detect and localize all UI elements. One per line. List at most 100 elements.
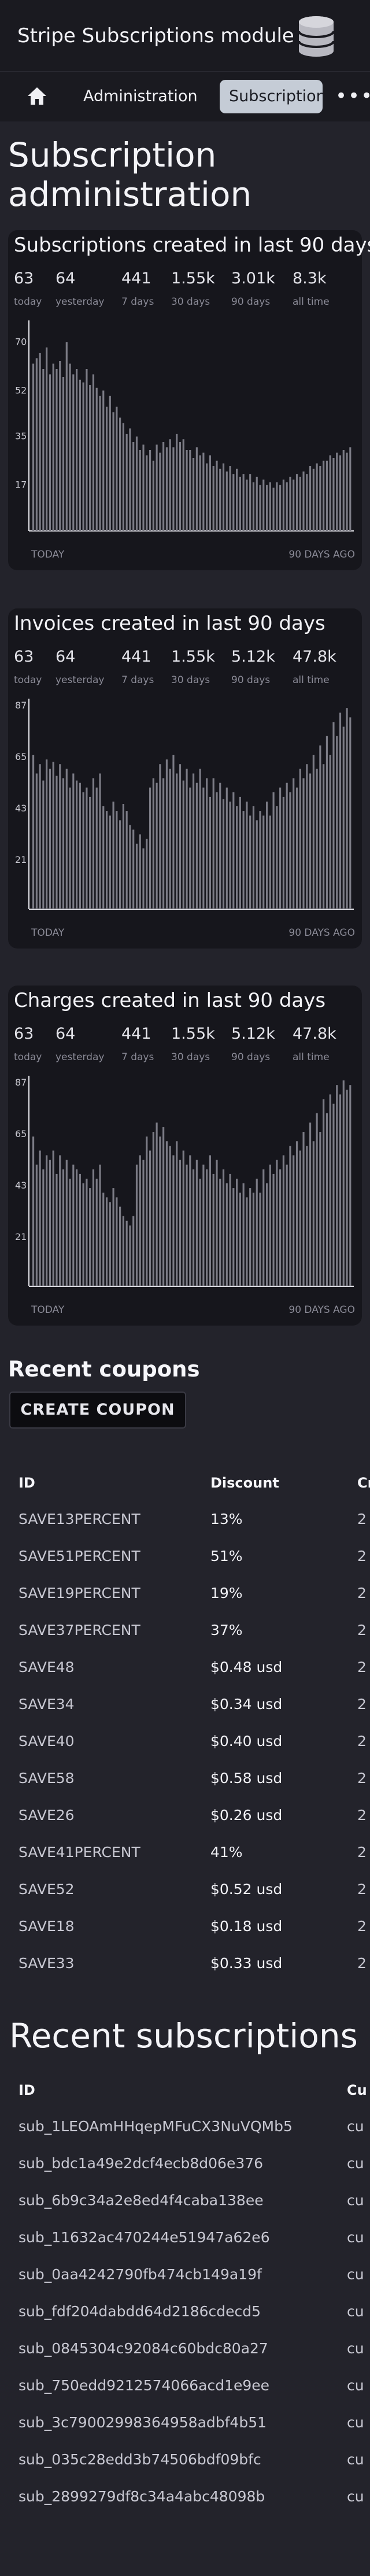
- chart-bar: [202, 1164, 205, 1286]
- table-row[interactable]: SAVE52 $0.52 usd 2: [0, 1870, 370, 1907]
- subscription-id[interactable]: sub_750edd9212574066acd1e9ee: [18, 2377, 269, 2394]
- home-icon[interactable]: [25, 84, 49, 108]
- chart-bar: [156, 444, 158, 531]
- coupon-id[interactable]: SAVE41PERCENT: [18, 1844, 140, 1861]
- subscriptions-heading: Recent subscriptions: [9, 2016, 358, 2055]
- chart-bar: [336, 452, 338, 531]
- coupon-created: 2: [357, 1955, 367, 1972]
- y-tick-label: 21: [15, 854, 27, 865]
- table-row[interactable]: SAVE51PERCENT 51% 2: [0, 1537, 370, 1574]
- chart-bar: [249, 1188, 251, 1286]
- chart-bar: [159, 452, 161, 531]
- chart-bar: [79, 783, 81, 909]
- table-row[interactable]: SAVE58 $0.58 usd 2: [0, 1759, 370, 1796]
- chart-bar: [332, 722, 335, 909]
- stat-value: 47.8k: [293, 1025, 336, 1043]
- chart-bar: [135, 843, 138, 909]
- chart-bar: [276, 806, 278, 909]
- chart-bar: [176, 1141, 178, 1286]
- table-row[interactable]: sub_bdc1a49e2dcf4ecb8d06e376 cu: [0, 2145, 370, 2182]
- tab-administration[interactable]: Administration: [83, 80, 234, 113]
- subscription-id[interactable]: sub_6b9c34a2e8ed4f4caba138ee: [18, 2192, 264, 2209]
- coupon-id[interactable]: SAVE40: [18, 1733, 75, 1750]
- coupon-id[interactable]: SAVE26: [18, 1807, 75, 1824]
- coupon-id[interactable]: SAVE13PERCENT: [18, 1511, 140, 1527]
- chart-bar: [229, 801, 231, 909]
- chart-bar: [246, 479, 248, 531]
- table-row[interactable]: SAVE33 $0.33 usd 2: [0, 1944, 370, 1981]
- chart-bar: [232, 1188, 235, 1286]
- subscription-customer: cu: [347, 2488, 364, 2505]
- subscription-id[interactable]: sub_2899279df8c34a4abc48098b: [18, 2488, 265, 2505]
- subscription-id[interactable]: sub_0845304c92084c60bdc80a27: [18, 2340, 268, 2357]
- tab-subscription-administration[interactable]: Subscription a: [220, 80, 323, 113]
- coupon-id[interactable]: SAVE58: [18, 1770, 75, 1787]
- chart-bar: [156, 783, 158, 909]
- table-row[interactable]: SAVE48 $0.48 usd 2: [0, 1648, 370, 1685]
- chart-bar: [109, 1202, 111, 1286]
- subscription-id[interactable]: sub_0aa4242790fb474cb149a19f: [18, 2266, 262, 2283]
- subscription-id[interactable]: sub_bdc1a49e2dcf4ecb8d06e376: [18, 2155, 263, 2172]
- table-row[interactable]: SAVE26 $0.26 usd 2: [0, 1796, 370, 1833]
- table-row[interactable]: sub_3c79002998364958adbf4b51 cu: [0, 2404, 370, 2441]
- table-row[interactable]: sub_750edd9212574066acd1e9ee cu: [0, 2367, 370, 2404]
- stat-value: 63: [14, 270, 34, 287]
- chart-bar: [346, 452, 348, 531]
- create-coupon-button[interactable]: CREATE COUPON: [9, 1392, 186, 1429]
- chart-bar: [69, 787, 71, 909]
- table-row[interactable]: sub_0845304c92084c60bdc80a27 cu: [0, 2330, 370, 2367]
- subscription-id[interactable]: sub_035c28edd3b74506bdf09bfc: [18, 2451, 261, 2468]
- chart-bar: [289, 1146, 291, 1286]
- table-row[interactable]: sub_11632ac470244e51947a62e6 cu: [0, 2219, 370, 2256]
- stat-label: 7 days: [121, 296, 154, 308]
- coupon-id[interactable]: SAVE51PERCENT: [18, 1548, 140, 1564]
- table-row[interactable]: sub_0aa4242790fb474cb149a19f cu: [0, 2256, 370, 2293]
- coupon-id[interactable]: SAVE37PERCENT: [18, 1622, 140, 1638]
- y-tick-label: 65: [15, 1128, 27, 1139]
- coupon-id[interactable]: SAVE18: [18, 1918, 75, 1935]
- chart-bar: [99, 773, 101, 909]
- chart-bar: [222, 799, 225, 909]
- table-row[interactable]: SAVE19PERCENT 19% 2: [0, 1574, 370, 1611]
- coupon-id[interactable]: SAVE52: [18, 1881, 75, 1898]
- subscription-id[interactable]: sub_fdf204dabdd64d2186cdecd5: [18, 2303, 261, 2320]
- table-row[interactable]: sub_2899279df8c34a4abc48098b cu: [0, 2478, 370, 2515]
- table-row[interactable]: SAVE34 $0.34 usd 2: [0, 1685, 370, 1722]
- table-row[interactable]: SAVE37PERCENT 37% 2: [0, 1611, 370, 1648]
- chart-bar: [69, 363, 71, 531]
- chart-bar: [325, 460, 328, 531]
- chart-bar: [312, 468, 314, 531]
- subscription-id[interactable]: sub_1LEOAmHHqepMFuCX3NuVQMb5: [18, 2118, 293, 2135]
- chart-bar: [95, 387, 98, 531]
- chart-bar: [92, 374, 95, 531]
- chart-bar: [172, 755, 175, 909]
- chart-bar: [282, 1155, 284, 1286]
- subscription-id[interactable]: sub_11632ac470244e51947a62e6: [18, 2229, 270, 2246]
- chart-bar: [65, 769, 68, 909]
- table-row[interactable]: SAVE13PERCENT 13% 2: [0, 1500, 370, 1537]
- coupon-id[interactable]: SAVE34: [18, 1696, 75, 1713]
- table-row[interactable]: sub_fdf204dabdd64d2186cdecd5 cu: [0, 2293, 370, 2330]
- coupon-id[interactable]: SAVE19PERCENT: [18, 1585, 140, 1601]
- coupon-created: 2: [357, 1696, 367, 1713]
- chart-bar: [279, 1169, 282, 1286]
- more-dots-icon[interactable]: •••: [335, 86, 370, 109]
- chart-bar: [242, 474, 245, 531]
- chart-bar: [152, 778, 154, 909]
- table-row[interactable]: SAVE41PERCENT 41% 2: [0, 1833, 370, 1870]
- table-row[interactable]: SAVE40 $0.40 usd 2: [0, 1722, 370, 1759]
- chart-bar: [299, 769, 301, 909]
- chart-bar: [182, 439, 184, 531]
- chart-bar: [309, 773, 312, 909]
- coupon-id[interactable]: SAVE33: [18, 1955, 75, 1972]
- table-row[interactable]: sub_1LEOAmHHqepMFuCX3NuVQMb5 cu: [0, 2108, 370, 2145]
- coupon-discount: $0.18 usd: [210, 1918, 283, 1935]
- table-row[interactable]: SAVE18 $0.18 usd 2: [0, 1907, 370, 1944]
- table-row[interactable]: sub_6b9c34a2e8ed4f4caba138ee cu: [0, 2182, 370, 2219]
- chart-bar: [332, 458, 335, 531]
- chart-bar: [139, 1155, 141, 1286]
- subscription-id[interactable]: sub_3c79002998364958adbf4b51: [18, 2414, 267, 2431]
- y-tick-label: 70: [15, 336, 27, 347]
- coupon-id[interactable]: SAVE48: [18, 1659, 75, 1675]
- table-row[interactable]: sub_035c28edd3b74506bdf09bfc cu: [0, 2441, 370, 2478]
